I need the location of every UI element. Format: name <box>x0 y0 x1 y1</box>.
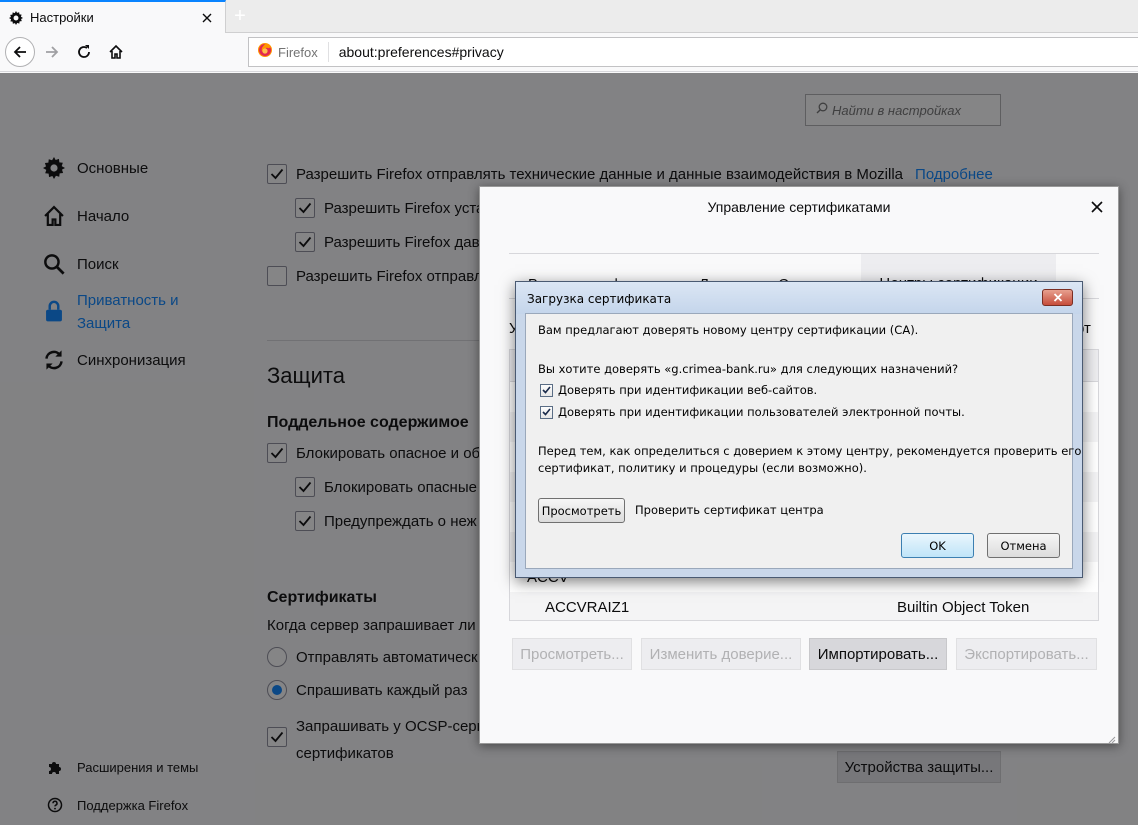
question-text: Вы хотите доверять «g.crimea-bank.ru» дл… <box>538 362 959 376</box>
url-text[interactable]: about:preferences#privacy <box>339 44 504 60</box>
close-button[interactable] <box>1042 289 1073 306</box>
arrow-left-icon <box>13 46 26 58</box>
dialog-title: Загрузка сертификата <box>527 292 672 306</box>
arrow-right-icon <box>46 46 59 58</box>
import-button[interactable]: Импортировать... <box>809 638 947 670</box>
trust-websites-label: Доверять при идентификации веб-сайтов. <box>558 383 818 397</box>
forward-button[interactable] <box>38 38 66 66</box>
home-icon <box>109 44 123 59</box>
view-caption: Проверить сертификат центра <box>635 503 824 517</box>
close-icon[interactable] <box>1088 198 1106 216</box>
trust-email-label: Доверять при идентификации пользователей… <box>558 405 965 419</box>
cert-name: ACCVRAIZ1 <box>545 598 630 616</box>
export-button[interactable]: Экспортировать... <box>956 638 1097 670</box>
trust-email-option[interactable]: Доверять при идентификации пользователей… <box>540 405 965 419</box>
identity-label: Firefox <box>278 44 318 60</box>
view-certificate-button[interactable]: Просмотреть <box>538 498 625 523</box>
firefox-logo-icon <box>257 42 273 63</box>
checkmark-icon <box>542 408 551 416</box>
navigation-toolbar: Firefox about:preferences#privacy <box>0 33 1138 72</box>
new-tab-button[interactable]: + <box>226 0 254 32</box>
tab-settings[interactable]: Настройки <box>0 0 226 33</box>
reload-button[interactable] <box>70 38 98 66</box>
trust-websites-checkbox[interactable] <box>540 383 553 397</box>
plus-icon: + <box>234 4 246 27</box>
edit-trust-button[interactable]: Изменить доверие... <box>641 638 801 670</box>
gear-icon <box>8 10 24 26</box>
cancel-button[interactable]: Отмена <box>987 533 1060 558</box>
download-certificate-dialog: Загрузка сертификата Вам предлагают дове… <box>515 281 1083 578</box>
close-tab-icon[interactable] <box>199 10 215 26</box>
ok-button[interactable]: OK <box>901 533 974 558</box>
tab-title: Настройки <box>30 10 94 25</box>
advice-line-2: сертификат, политику и процедуры (если в… <box>538 461 867 475</box>
trust-websites-option[interactable]: Доверять при идентификации веб-сайтов. <box>540 383 817 397</box>
url-bar[interactable]: Firefox about:preferences#privacy <box>248 37 1138 67</box>
advice-line-1: Перед тем, как определиться с доверием к… <box>538 444 1082 458</box>
close-icon <box>1053 293 1062 302</box>
trust-email-checkbox[interactable] <box>540 405 553 419</box>
dialog-body: Вам предлагают доверять новому центру се… <box>525 313 1081 569</box>
cert-token: Builtin Object Token <box>897 598 1030 616</box>
intro-text: Вам предлагают доверять новому центру се… <box>538 323 919 337</box>
identity-box[interactable]: Firefox <box>249 42 329 62</box>
dialog-title: Управление сертификатами <box>707 199 891 215</box>
reload-icon <box>78 45 90 58</box>
tab-strip: Настройки + <box>0 0 1138 33</box>
home-button[interactable] <box>102 38 130 66</box>
view-button[interactable]: Просмотреть... <box>512 638 632 670</box>
resize-grip-icon[interactable] <box>1106 731 1116 744</box>
back-button[interactable] <box>5 37 35 67</box>
checkmark-icon <box>542 386 551 394</box>
table-row[interactable]: ACCVRAIZ1 Builtin Object Token <box>510 592 1098 620</box>
